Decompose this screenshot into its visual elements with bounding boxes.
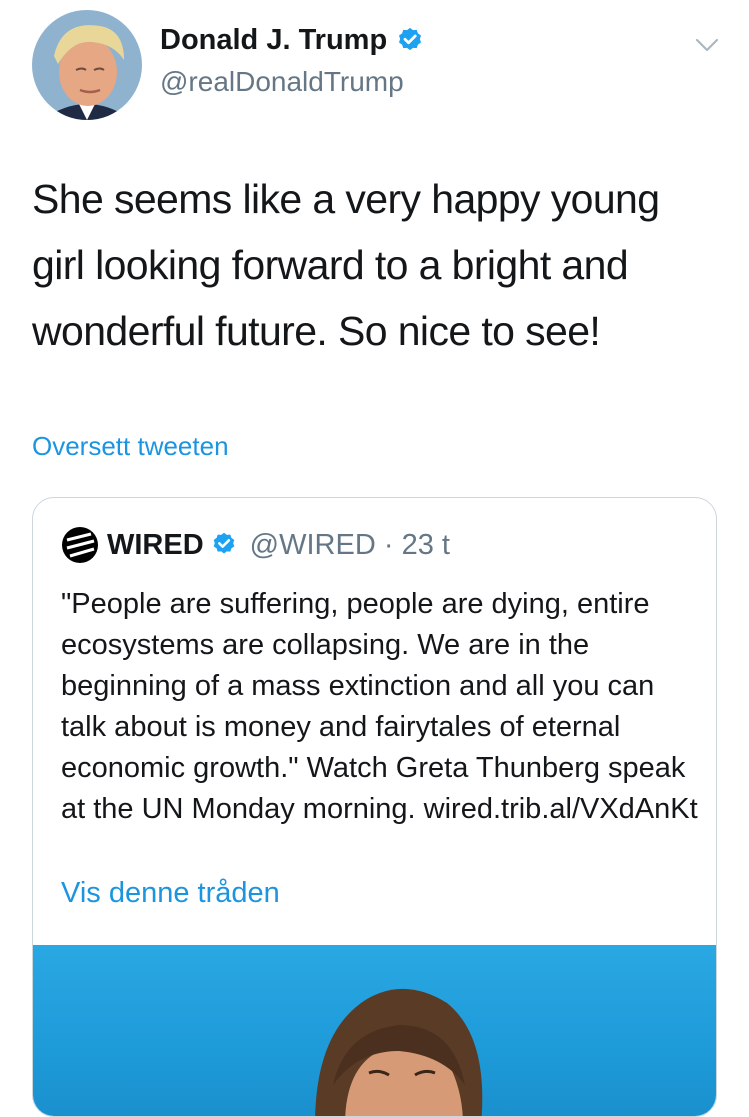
verified-badge-icon <box>395 26 425 56</box>
author-handle[interactable]: @realDonaldTrump <box>160 66 404 98</box>
show-thread-link[interactable]: Vis denne tråden <box>61 877 280 910</box>
quoted-author-name[interactable]: WIRED <box>107 529 204 562</box>
author-name-text: Donald J. Trump <box>160 24 388 56</box>
timestamp-separator: · <box>375 528 402 561</box>
quoted-tweet-card[interactable]: WIRED @WIRED · 23 t "People are sufferin… <box>32 497 717 1117</box>
quoted-author-handle[interactable]: @WIRED <box>250 529 376 562</box>
quoted-tweet-text: "People are suffering, people are dying,… <box>61 588 698 825</box>
author-avatar[interactable] <box>32 10 142 120</box>
quoted-tweet-header: WIRED @WIRED · 23 t <box>61 526 450 564</box>
author-name[interactable]: Donald J. Trump <box>160 24 425 57</box>
verified-badge-icon <box>210 531 238 559</box>
quoted-tweet-media[interactable] <box>33 945 716 1116</box>
tweet-text: She seems like a very happy young girl l… <box>32 176 660 354</box>
wired-logo-icon <box>61 526 99 564</box>
chevron-down-icon[interactable] <box>692 30 722 60</box>
quoted-tweet-age: 23 t <box>401 528 450 561</box>
translate-tweet-link[interactable]: Oversett tweeten <box>32 431 229 462</box>
